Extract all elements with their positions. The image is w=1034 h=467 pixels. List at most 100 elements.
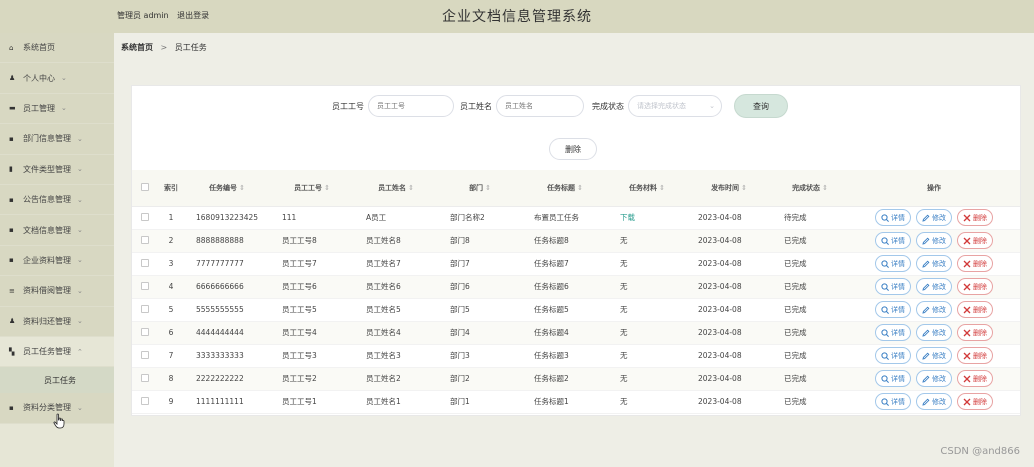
sort-icon[interactable]: ⇕: [408, 184, 414, 192]
edit-button[interactable]: 修改: [916, 278, 952, 295]
row-checkbox[interactable]: [141, 396, 149, 405]
cell-dept: 部门6: [438, 275, 522, 299]
cell-emp-name: 员工姓名1: [354, 390, 438, 414]
sort-icon[interactable]: ⇕: [822, 184, 828, 192]
detail-button[interactable]: 详情: [875, 255, 911, 272]
download-link[interactable]: 下载: [620, 213, 635, 222]
row-checkbox[interactable]: [141, 373, 149, 382]
row-checkbox[interactable]: [141, 212, 149, 221]
cell-material: 无: [608, 275, 686, 299]
close-icon: [963, 375, 971, 382]
delete-button-label: 删除: [973, 305, 987, 314]
delete-button[interactable]: 删除: [957, 324, 993, 341]
table-row: 1 1680913223425 111 A员工 部门名称2 布置员工任务 下载 2023-04…: [132, 206, 1020, 230]
cell-dept: 部门2: [438, 367, 522, 391]
column-header-label: 任务材料: [629, 183, 658, 192]
column-header[interactable]: 完成状态 ⇕: [772, 170, 848, 207]
sidebar-item-label: 系统首页: [23, 43, 55, 53]
breadcrumb-current: 员工任务: [174, 43, 207, 52]
edit-button[interactable]: 修改: [916, 370, 952, 387]
sidebar-item-label: 员工管理: [23, 103, 55, 113]
status-select[interactable]: 请选择完成状态 ⌄: [628, 95, 722, 117]
edit-button[interactable]: 修改: [916, 301, 952, 318]
sidebar-item-0[interactable]: ⌂ 系统首页: [0, 33, 114, 64]
sort-icon[interactable]: ⇕: [577, 184, 583, 192]
sidebar-item-6[interactable]: ▪ 文档信息管理 ⌄: [0, 215, 114, 246]
pencil-icon: [922, 260, 930, 268]
search-icon: [881, 328, 889, 337]
detail-button-label: 详情: [891, 213, 905, 222]
detail-button[interactable]: 详情: [875, 301, 911, 318]
batch-delete-button[interactable]: 删除: [549, 138, 597, 160]
cell-emp-no: 员工工号6: [270, 275, 354, 299]
edit-button[interactable]: 修改: [916, 324, 952, 341]
column-header[interactable]: 发布时间 ⇕: [686, 170, 772, 207]
row-checkbox[interactable]: [141, 327, 149, 336]
cell-task-no: 4444444444: [184, 321, 270, 345]
cell-status: 已完成: [772, 321, 848, 345]
column-header-label: 完成状态: [792, 183, 821, 192]
row-checkbox[interactable]: [141, 281, 149, 290]
detail-button[interactable]: 详情: [875, 209, 911, 226]
column-header[interactable]: 部门 ⇕: [438, 170, 522, 207]
edit-button[interactable]: 修改: [916, 255, 952, 272]
row-checkbox[interactable]: [141, 304, 149, 313]
detail-button[interactable]: 详情: [875, 370, 911, 387]
query-button[interactable]: 查询: [734, 94, 788, 118]
delete-button[interactable]: 删除: [957, 393, 993, 410]
sidebar-item-label: 文件类型管理: [23, 164, 71, 174]
sort-icon[interactable]: ⇕: [485, 184, 491, 192]
edit-button[interactable]: 修改: [916, 393, 952, 410]
emp-no-input[interactable]: [368, 95, 454, 117]
row-actions: 详情 修改 删除: [848, 367, 1020, 391]
sidebar-item-5[interactable]: ▪ 公告信息管理 ⌄: [0, 184, 114, 216]
edit-button[interactable]: 修改: [916, 232, 952, 249]
row-checkbox[interactable]: [141, 350, 149, 359]
sort-icon[interactable]: ⇕: [741, 184, 747, 192]
detail-button[interactable]: 详情: [875, 232, 911, 249]
sidebar-subitem-employee-task[interactable]: 员工任务: [0, 367, 114, 394]
sidebar-item-8[interactable]: ≡ 资料借阅管理 ⌄: [0, 276, 114, 307]
detail-button[interactable]: 详情: [875, 324, 911, 341]
sidebar-item-10[interactable]: ▚ 员工任务管理 ⌃: [0, 336, 114, 368]
sidebar-item-1[interactable]: ♟ 个人中心 ⌄: [0, 63, 114, 94]
column-header[interactable]: 任务编号 ⇕: [184, 170, 270, 207]
delete-button[interactable]: 删除: [957, 370, 993, 387]
sidebar-item-4[interactable]: ▮ 文件类型管理 ⌄: [0, 154, 114, 185]
detail-button[interactable]: 详情: [875, 347, 911, 364]
column-header[interactable]: 任务标题 ⇕: [522, 170, 608, 207]
cell-dept: 部门4: [438, 321, 522, 345]
delete-button[interactable]: 删除: [957, 301, 993, 318]
sidebar-item-2[interactable]: ▬ 员工管理 ⌄: [0, 93, 114, 125]
emp-name-input[interactable]: [496, 95, 584, 117]
chevron-down-icon: ⌄: [61, 74, 67, 83]
sort-icon[interactable]: ⇕: [239, 184, 245, 192]
detail-button[interactable]: 详情: [875, 278, 911, 295]
sidebar-item-label: 个人中心: [23, 73, 55, 83]
delete-button[interactable]: 删除: [957, 278, 993, 295]
cell-date: 2023-04-08: [686, 390, 772, 414]
edit-button[interactable]: 修改: [916, 209, 952, 226]
edit-button[interactable]: 修改: [916, 347, 952, 364]
breadcrumb-home[interactable]: 系统首页: [121, 43, 153, 52]
column-header[interactable]: 员工姓名 ⇕: [354, 170, 438, 207]
edit-button-label: 修改: [932, 351, 946, 360]
chevron-down-icon: ⌄: [77, 403, 83, 412]
sort-icon[interactable]: ⇕: [324, 184, 330, 192]
table-header-row: 索引 任务编号 ⇕ 员工工号 ⇕ 员工姓名 ⇕ 部门 ⇕ 任务标题 ⇕ 任务材料 ⇕ 发布时间 ⇕ 完成状态 ⇕…: [132, 170, 1020, 207]
select-all-checkbox[interactable]: [141, 182, 149, 191]
row-index: 8: [158, 367, 184, 391]
sidebar-item-3[interactable]: ▪ 部门信息管理 ⌄: [0, 124, 114, 155]
sort-icon[interactable]: ⇕: [659, 184, 665, 192]
delete-button[interactable]: 删除: [957, 255, 993, 272]
detail-button[interactable]: 详情: [875, 393, 911, 410]
column-header[interactable]: 任务材料 ⇕: [608, 170, 686, 207]
sidebar-item-9[interactable]: ♟ 资料归还管理 ⌄: [0, 306, 114, 337]
delete-button[interactable]: 删除: [957, 232, 993, 249]
column-header[interactable]: 员工工号 ⇕: [270, 170, 354, 207]
row-checkbox[interactable]: [141, 235, 149, 244]
sidebar-item-7[interactable]: ▪ 企业资料管理 ⌄: [0, 245, 114, 277]
delete-button[interactable]: 删除: [957, 347, 993, 364]
delete-button[interactable]: 删除: [957, 209, 993, 226]
row-checkbox[interactable]: [141, 258, 149, 267]
